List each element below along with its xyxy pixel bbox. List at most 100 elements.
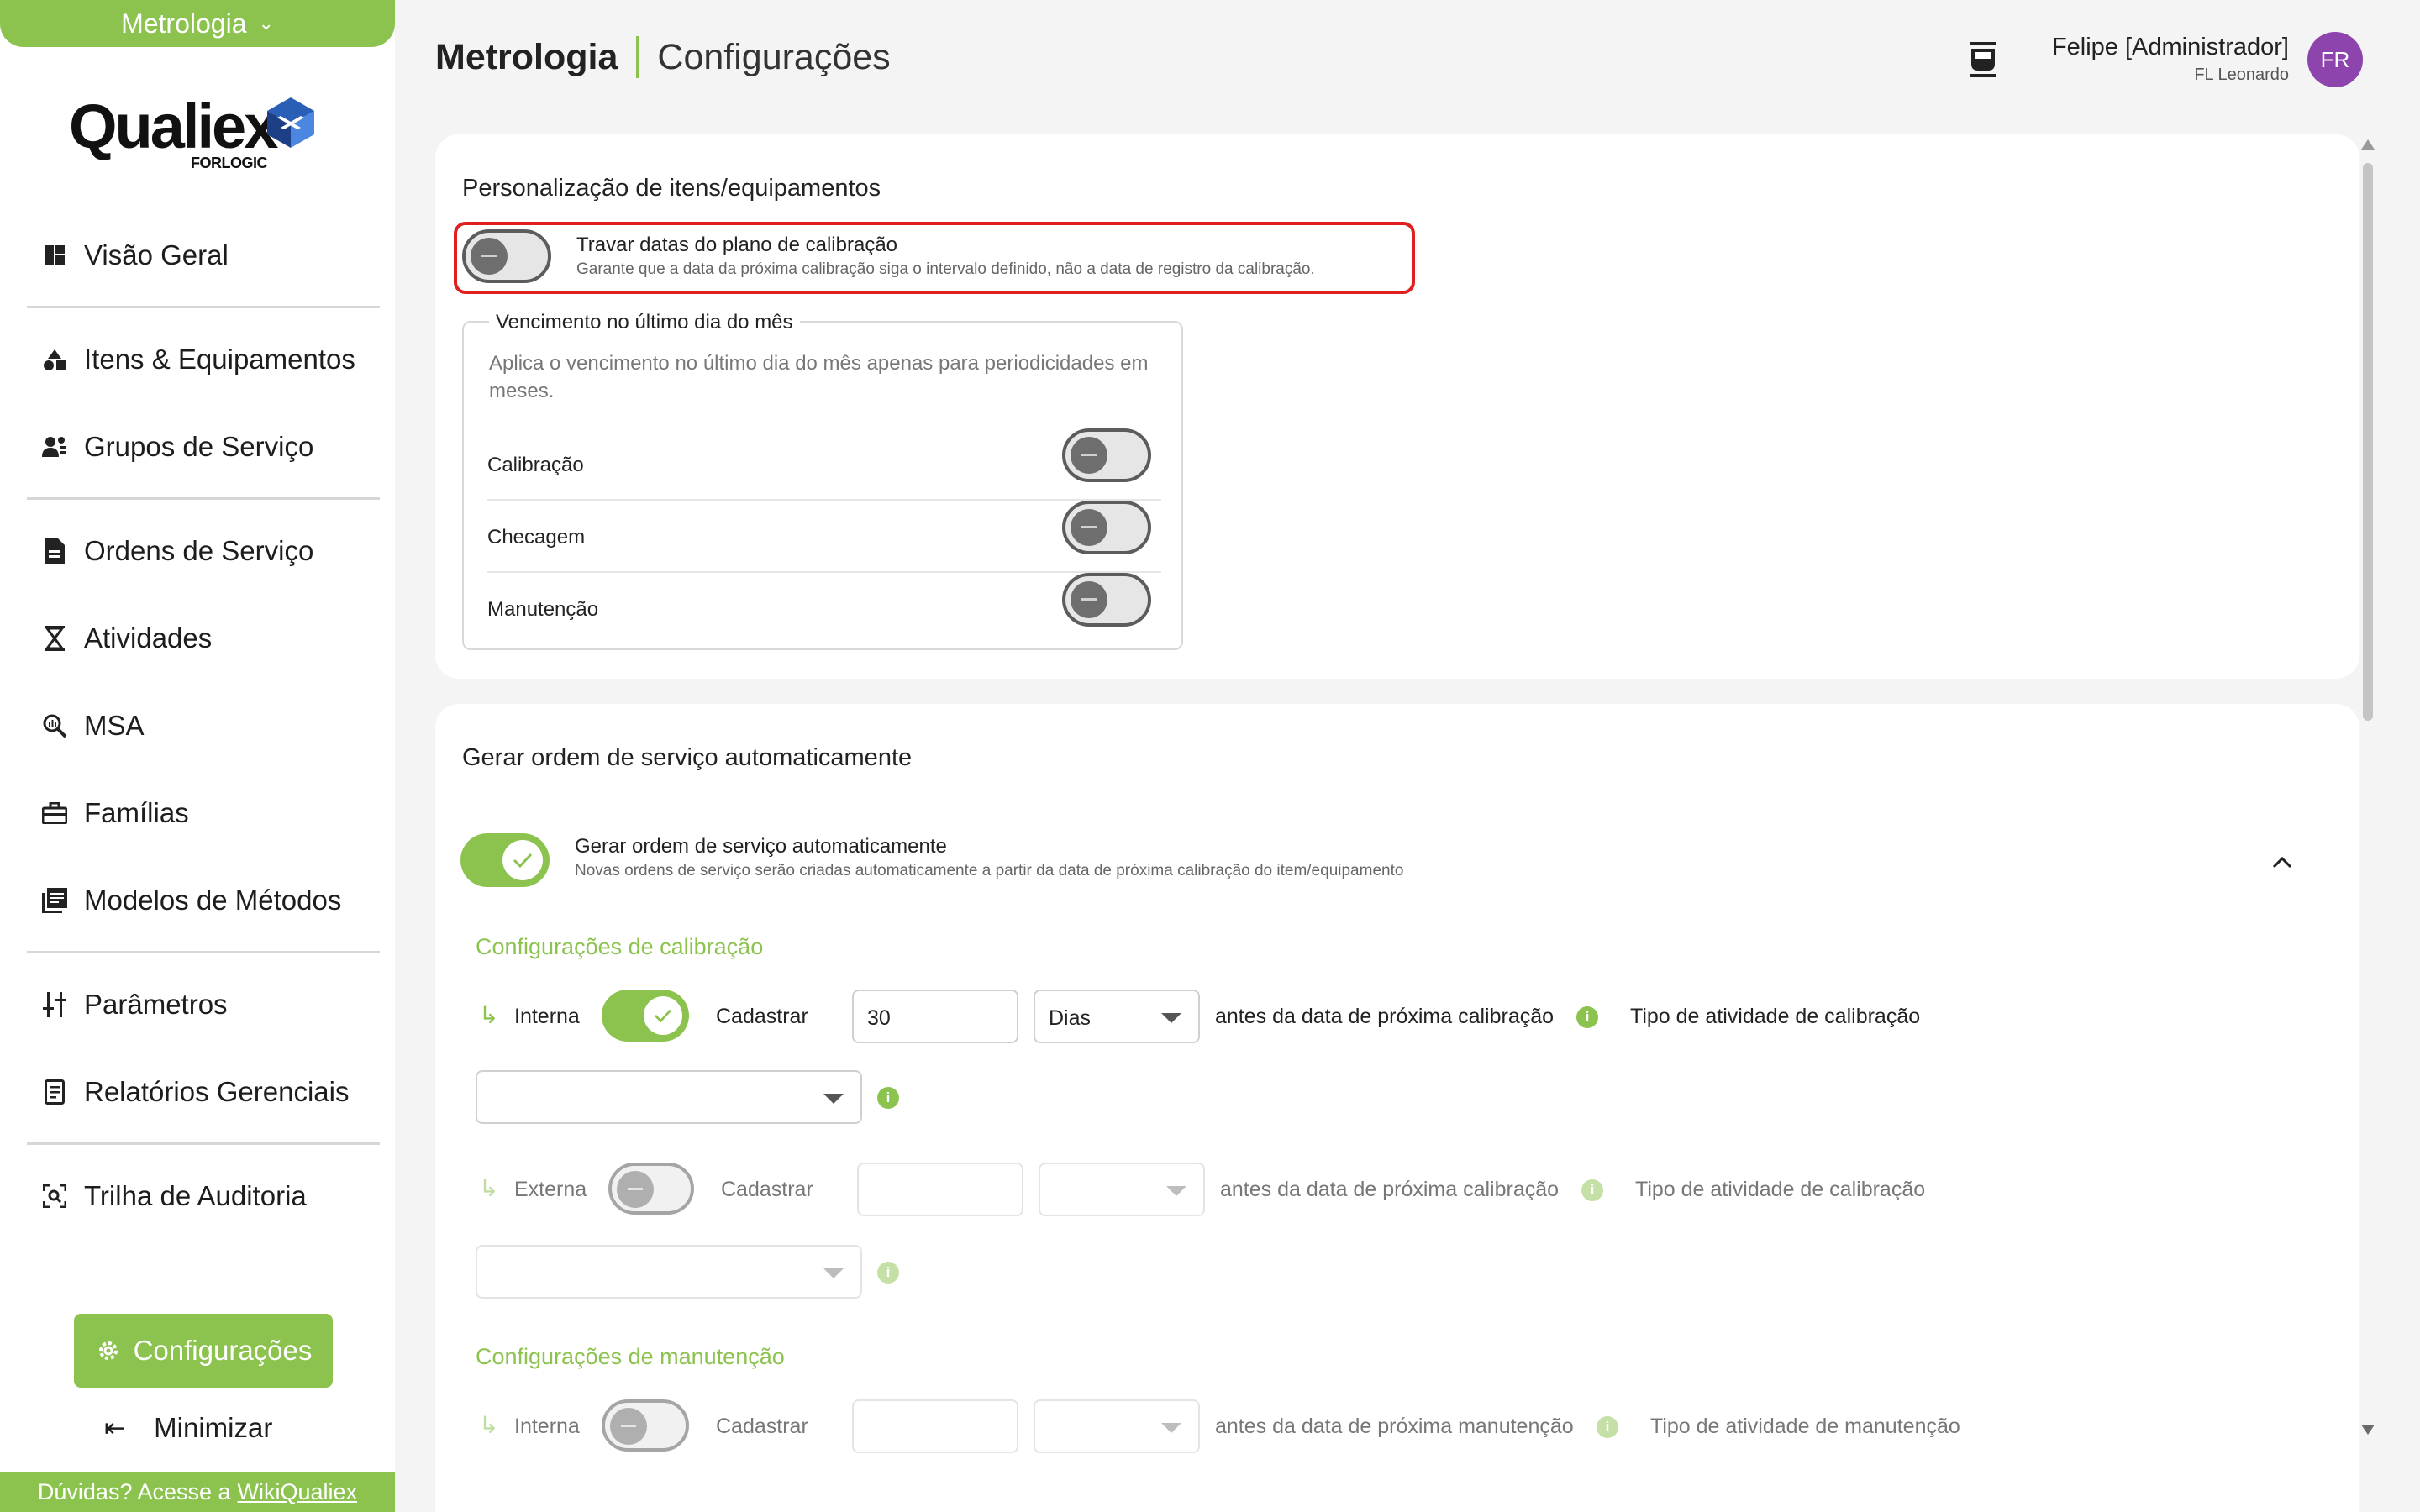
sidebar-item-label: Parâmetros (84, 989, 228, 1020)
toggle-knob (617, 1171, 654, 1208)
type-label: Interna (514, 1005, 580, 1028)
sidebar-item-label: Famílias (84, 797, 189, 828)
sliders-icon (42, 992, 67, 1017)
module-selector-label: Metrologia (121, 8, 247, 39)
audit-scan-icon (42, 1184, 67, 1209)
days-input[interactable] (852, 1399, 1018, 1453)
title-divider (636, 36, 639, 78)
sidebar-item-atividades[interactable]: Atividades (42, 613, 212, 664)
scrollbar[interactable] (2358, 134, 2378, 1445)
unit-select[interactable] (1034, 1399, 1200, 1453)
activity-type-select[interactable] (476, 1245, 862, 1299)
user-name: Felipe [Administrador] (2051, 34, 2289, 60)
dashboard-icon (42, 243, 67, 268)
days-input[interactable]: 30 (852, 990, 1018, 1043)
caret-down-icon (1161, 1013, 1181, 1023)
user-organization: FL Leonardo (2194, 66, 2289, 84)
module-selector[interactable]: Metrologia ⌄ (0, 0, 395, 47)
minimize-button[interactable]: ⇤ Minimizar (104, 1404, 272, 1452)
users-group-icon (42, 434, 67, 459)
sidebar: Metrologia ⌄ Qualiex FORLOGIC Visão Gera… (0, 0, 395, 1512)
sidebar-item-grupos-servico[interactable]: Grupos de Serviço (42, 422, 313, 472)
sidebar-item-label: Itens & Equipamentos (84, 344, 355, 375)
row-label: Manutenção (487, 598, 599, 621)
calibracao-externa-toggle[interactable] (608, 1163, 694, 1215)
info-icon[interactable]: i (877, 1087, 899, 1109)
coffee-cup-icon[interactable] (1966, 40, 2000, 77)
gerar-ordem-card: Gerar ordem de serviço automaticamente G… (435, 704, 2360, 1512)
scrollbar-thumb[interactable] (2363, 163, 2373, 721)
wiki-link[interactable]: WikiQualiex (238, 1479, 358, 1505)
sidebar-item-label: Visão Geral (84, 239, 229, 270)
sidebar-item-parametros[interactable]: Parâmetros (42, 979, 228, 1030)
manutencao-interna-row: ↳ Interna Cadastrar antes da data de pró… (479, 1399, 2328, 1453)
unit-value: Dias (1049, 1006, 1092, 1030)
info-icon[interactable]: i (1597, 1416, 1618, 1438)
sidebar-divider (27, 306, 380, 308)
toggle-knob (1071, 581, 1107, 618)
hourglass-icon (42, 626, 67, 651)
chevron-up-icon[interactable] (2265, 845, 2299, 879)
travar-datas-label: Travar datas do plano de calibração (576, 234, 898, 256)
sidebar-item-itens-equipamentos[interactable]: Itens & Equipamentos (42, 334, 355, 385)
info-icon[interactable]: i (1581, 1179, 1603, 1201)
sidebar-item-label: Relatórios Gerenciais (84, 1076, 350, 1107)
sidebar-item-modelos-metodos[interactable]: Modelos de Métodos (42, 875, 341, 926)
unit-select[interactable]: Dias (1034, 990, 1200, 1043)
sidebar-divider (27, 951, 380, 953)
sidebar-item-trilha-auditoria[interactable]: Trilha de Auditoria (42, 1171, 307, 1221)
activity-type-select[interactable] (476, 1070, 862, 1124)
avatar[interactable]: FR (2307, 32, 2363, 87)
sidebar-item-label: MSA (84, 710, 145, 741)
type-label: Externa (514, 1178, 587, 1201)
sub-arrow-icon: ↳ (479, 1175, 499, 1201)
activity-type-label: Tipo de atividade de calibração (1635, 1178, 1926, 1201)
before-label: antes da data de próxima calibração (1220, 1178, 1560, 1201)
calibracao-toggle[interactable] (1062, 428, 1151, 482)
scroll-down-arrow-icon[interactable] (2361, 1425, 2375, 1435)
vencimento-legend: Vencimento no último dia do mês (489, 311, 800, 334)
caret-down-icon (1161, 1423, 1181, 1433)
sidebar-item-familias[interactable]: Famílias (42, 788, 189, 838)
configuracoes-button-label: Configurações (133, 1335, 313, 1366)
caret-down-icon (1166, 1186, 1186, 1196)
vencimento-row-checagem: Checagem (487, 501, 1161, 573)
calibracao-externa-activity-row: i (476, 1245, 2324, 1299)
page-title-page: Configurações (657, 36, 891, 77)
manutencao-toggle[interactable] (1062, 573, 1151, 627)
info-icon[interactable]: i (1576, 1006, 1598, 1028)
days-input[interactable] (857, 1163, 1023, 1216)
sidebar-divider (27, 497, 380, 500)
sidebar-item-relatorios[interactable]: Relatórios Gerenciais (42, 1067, 349, 1117)
manutencao-interna-toggle[interactable] (602, 1399, 689, 1452)
sidebar-item-msa[interactable]: MSA (42, 701, 145, 751)
travar-datas-description: Garante que a data da próxima calibração… (576, 260, 1315, 278)
gerar-ordem-toggle[interactable] (460, 833, 550, 887)
row-label: Calibração (487, 454, 584, 476)
shapes-icon (42, 347, 67, 372)
checagem-toggle[interactable] (1062, 501, 1151, 554)
vencimento-fieldset: Vencimento no último dia do mês Aplica o… (462, 311, 1183, 650)
unit-select[interactable] (1039, 1163, 1205, 1216)
sidebar-item-label: Trilha de Auditoria (84, 1180, 307, 1211)
sidebar-item-visao-geral[interactable]: Visão Geral (42, 230, 229, 281)
search-analytics-icon (42, 713, 67, 738)
scroll-up-arrow-icon[interactable] (2361, 139, 2375, 150)
toggle-knob (471, 238, 508, 275)
sidebar-divider (27, 1142, 380, 1145)
calibracao-externa-row: ↳ Externa Cadastrar antes da data de pró… (479, 1163, 2328, 1216)
configuracoes-button[interactable]: Configurações (74, 1314, 333, 1388)
sidebar-item-label: Modelos de Métodos (84, 885, 342, 916)
calibracao-interna-toggle[interactable] (602, 990, 689, 1042)
days-value: 30 (867, 1006, 891, 1030)
travar-datas-toggle[interactable] (462, 229, 551, 283)
page-title-module: Metrologia (435, 36, 618, 77)
chevron-down-icon: ⌄ (258, 13, 274, 34)
document-icon (42, 538, 67, 564)
activity-type-label: Tipo de atividade de manutenção (1650, 1415, 1960, 1438)
sidebar-item-ordens-servico[interactable]: Ordens de Serviço (42, 526, 313, 576)
gear-icon (98, 1341, 118, 1360)
sub-arrow-icon: ↳ (479, 1002, 499, 1028)
info-icon[interactable]: i (877, 1262, 899, 1284)
gerar-ordem-title: Gerar ordem de serviço automaticamente (462, 744, 913, 771)
